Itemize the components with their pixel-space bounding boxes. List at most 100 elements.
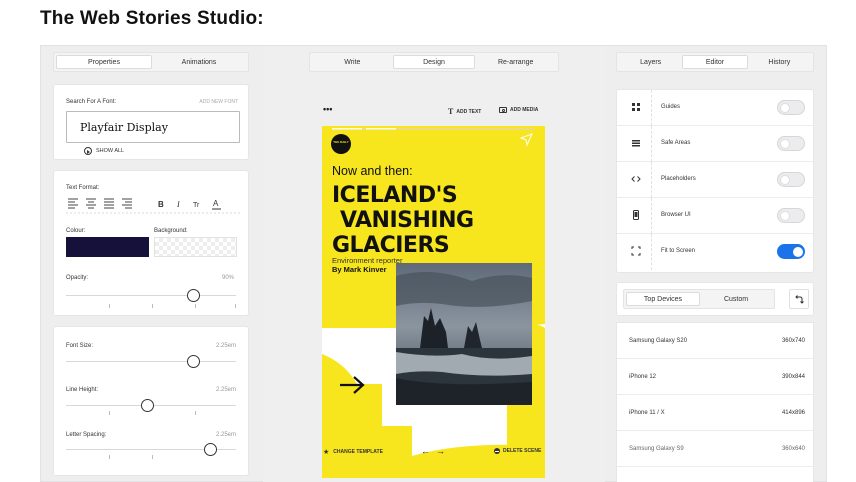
svg-text:A: A <box>213 199 219 208</box>
guides-toggle[interactable] <box>777 100 805 115</box>
device-row[interactable]: iPhone 12 390x844 <box>617 359 815 395</box>
italic-icon[interactable]: I <box>176 200 180 209</box>
option-label: Guides <box>661 104 681 110</box>
line-height-label: Line Height: <box>66 387 99 393</box>
slider-tick <box>152 455 153 459</box>
story-background: THE DAILY Now and then: ICELAND'S VANISH… <box>322 126 545 478</box>
tab-animations[interactable]: Animations <box>152 55 246 69</box>
right-tabs: Layers Editor History <box>616 52 814 72</box>
safe-areas-toggle[interactable] <box>777 136 805 151</box>
prev-scene-icon[interactable]: ← <box>421 446 430 456</box>
next-scene-icon[interactable]: → <box>436 446 445 456</box>
tab-history[interactable]: History <box>748 55 811 69</box>
font-size-slider-handle[interactable] <box>187 355 200 368</box>
add-text-label: ADD TEXT <box>456 108 482 115</box>
line-height-value: 2.25em <box>215 387 236 393</box>
byline-name[interactable]: By Mark Kinver <box>332 265 387 274</box>
camera-icon <box>499 107 507 113</box>
device-row[interactable]: Samsung Galaxy S9 360x640 <box>617 431 815 467</box>
fit-to-screen-toggle[interactable] <box>777 244 805 259</box>
font-input-value: Playfair Display <box>80 121 168 134</box>
opacity-label: Opacity: <box>66 275 89 281</box>
more-options-icon[interactable]: ••• <box>323 104 332 114</box>
change-template-label: CHANGE TEMPLATE <box>333 449 383 455</box>
slider-tick <box>109 304 110 308</box>
add-media-button[interactable]: ADD MEDIA <box>499 107 538 113</box>
add-circle-icon <box>84 147 92 155</box>
change-template-button[interactable]: ★ CHANGE TEMPLATE <box>323 448 383 456</box>
slider-tick <box>195 304 196 308</box>
letter-spacing-value: 2.25em <box>215 432 236 438</box>
colour-swatch[interactable] <box>66 237 149 257</box>
background-label: Background: <box>154 228 188 234</box>
option-browser-ui: Browser UI <box>617 198 815 234</box>
font-input[interactable]: Playfair Display <box>66 111 240 143</box>
option-safe-areas: Safe Areas <box>617 126 815 162</box>
tab-custom[interactable]: Custom <box>700 292 772 306</box>
background-swatch[interactable] <box>154 237 237 257</box>
text-icon: T <box>448 107 454 116</box>
font-size-track <box>66 361 236 362</box>
star-icon: ★ <box>323 449 330 456</box>
line-height-slider-handle[interactable] <box>141 399 154 412</box>
safe-area-icon <box>632 140 640 147</box>
text-size-icon[interactable]: Tr <box>193 202 200 209</box>
slider-tick <box>235 304 236 308</box>
design-canvas-panel: Write Design Re-arrange ••• T ADD TEXT A… <box>263 46 605 482</box>
text-format-toolbar: B I Tr A <box>66 198 240 214</box>
browser-ui-toggle[interactable] <box>777 208 805 223</box>
byline-role[interactable]: Environment reporter <box>332 256 403 265</box>
device-resolution: 414x896 <box>781 410 805 416</box>
option-fit-to-screen: Fit to Screen <box>617 234 815 270</box>
device-name: Samsung Galaxy S9 <box>629 446 684 452</box>
editor-options-card: Guides Safe Areas Placeholders Browser U… <box>616 89 815 273</box>
align-center-icon[interactable] <box>86 198 96 209</box>
tab-top-devices[interactable]: Top Devices <box>626 292 700 306</box>
device-name: iPhone 11 / X <box>629 410 665 416</box>
option-placeholders: Placeholders <box>617 162 815 198</box>
story-page[interactable]: THE DAILY Now and then: ICELAND'S VANISH… <box>322 126 545 478</box>
tab-layers[interactable]: Layers <box>619 55 682 69</box>
grid-icon <box>632 103 640 111</box>
align-right-icon[interactable] <box>122 198 132 209</box>
add-text-button[interactable]: T ADD TEXT <box>448 107 481 116</box>
font-size-label: Font Size: <box>66 343 94 349</box>
device-row[interactable]: iPhone 11 / X 414x896 <box>617 395 815 431</box>
slider-tick <box>195 411 196 415</box>
story-progress-bar <box>332 128 535 130</box>
placeholders-toggle[interactable] <box>777 172 805 187</box>
show-all-button[interactable]: SHOW ALL <box>84 147 124 155</box>
tab-editor[interactable]: Editor <box>682 55 748 69</box>
letter-spacing-slider-handle[interactable] <box>204 443 217 456</box>
tab-design[interactable]: Design <box>392 55 476 69</box>
rotate-button[interactable] <box>789 289 809 309</box>
option-label: Safe Areas <box>661 140 691 146</box>
headline-line-2[interactable]: VANISHING <box>340 208 474 233</box>
story-kicker[interactable]: Now and then: <box>332 164 413 178</box>
font-size-value: 2.25em <box>215 343 236 349</box>
device-name: iPhone 12 <box>629 374 657 380</box>
add-new-font-link[interactable]: ADD NEW FONT <box>199 99 238 105</box>
opacity-slider-handle[interactable] <box>187 289 200 302</box>
font-search-card: Search For A Font: ADD NEW FONT Playfair… <box>53 84 249 160</box>
tab-properties[interactable]: Properties <box>56 55 152 69</box>
device-tabs: Top Devices Custom <box>623 289 775 309</box>
underline-icon[interactable]: A <box>212 199 221 210</box>
delete-scene-button[interactable]: DELETE SCENE <box>494 448 541 454</box>
option-guides: Guides <box>617 90 815 126</box>
tab-rearrange[interactable]: Re-arrange <box>475 55 556 69</box>
rotate-icon <box>795 295 804 304</box>
glacier-photo <box>396 263 532 405</box>
align-justify-icon[interactable] <box>104 198 114 209</box>
device-row[interactable]: Samsung Galaxy S20 360x740 <box>617 323 815 359</box>
bold-icon[interactable]: B <box>158 200 164 209</box>
headline-line-1[interactable]: ICELAND'S <box>332 183 458 208</box>
page-title: The Web Stories Studio: <box>40 8 264 29</box>
logo-text: THE DAILY <box>333 140 349 144</box>
headline-line-3[interactable]: GLACIERS <box>332 233 450 258</box>
colour-label: Colour: <box>66 228 86 234</box>
code-icon <box>631 176 641 182</box>
spacing-card: Font Size: 2.25em Line Height: 2.25em Le… <box>53 326 249 476</box>
tab-write[interactable]: Write <box>312 55 393 69</box>
align-left-icon[interactable] <box>68 198 78 209</box>
